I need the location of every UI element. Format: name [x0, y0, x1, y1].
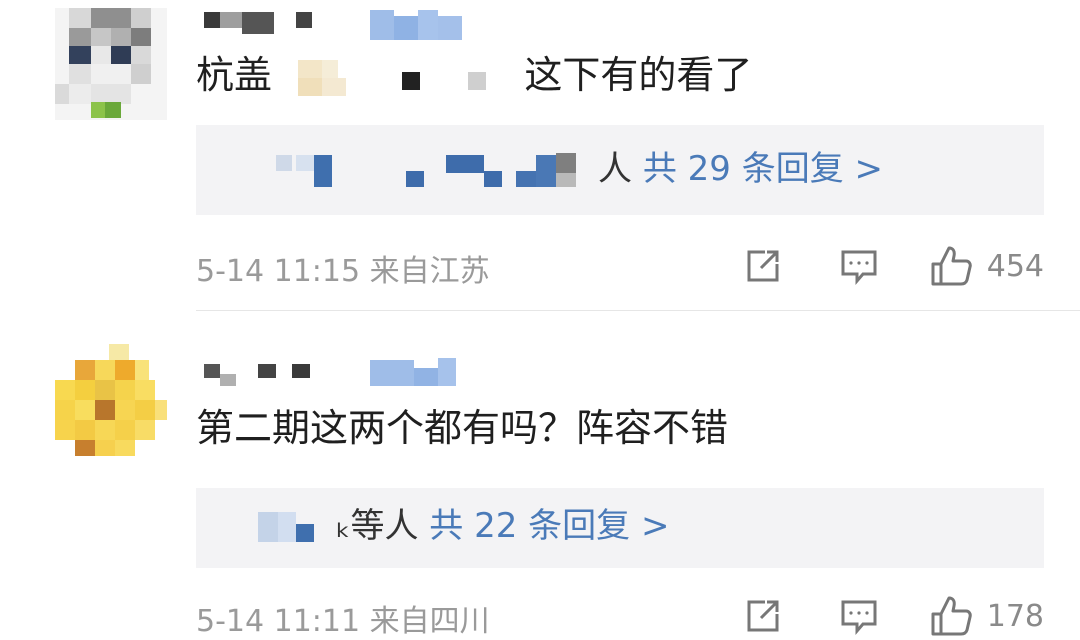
reply-summary[interactable]: 人 共 29 条回复 >: [598, 147, 883, 191]
thumbs-up-icon[interactable]: [929, 594, 973, 638]
reply-preview[interactable]: ₖ等人 共 22 条回复 >: [196, 488, 1044, 568]
mention-redacted-dark[interactable]: [366, 58, 456, 98]
comment-actions: 178: [743, 594, 1044, 638]
comment-item: 杭盖 这下有的看了 人 共 29 条回复 > 5-14 11:15 来自江苏 4…: [0, 0, 1080, 311]
share-icon[interactable]: [743, 596, 783, 636]
mention-redacted[interactable]: [284, 58, 354, 98]
comment-icon[interactable]: [839, 246, 879, 286]
share-icon[interactable]: [743, 246, 783, 286]
comment-list: 杭盖 这下有的看了 人 共 29 条回复 > 5-14 11:15 来自江苏 4…: [0, 0, 1080, 640]
reply-count-link[interactable]: 共 29 条回复 >: [643, 149, 883, 189]
comment-text-start: 杭盖: [196, 53, 273, 97]
comment-divider: [196, 310, 1080, 311]
username-redacted[interactable]: [196, 346, 496, 386]
mention-redacted-light[interactable]: [468, 58, 512, 98]
username-redacted[interactable]: [196, 6, 496, 46]
reply-users-suffix: ₖ等人: [336, 506, 419, 546]
avatar[interactable]: [55, 344, 167, 456]
thumbs-up-icon[interactable]: [929, 244, 973, 288]
avatar[interactable]: [55, 8, 167, 120]
comment-text: 第二期这两个都有吗？阵容不错: [196, 406, 729, 450]
comment-icon[interactable]: [839, 596, 879, 636]
reply-count-link[interactable]: 共 22 条回复 >: [429, 506, 669, 546]
comment-text: 杭盖 这下有的看了: [196, 52, 752, 98]
comment-text-end: 这下有的看了: [524, 53, 753, 97]
reply-user-names-redacted: [256, 506, 336, 554]
comment-meta: 5-14 11:15 来自江苏: [196, 254, 490, 289]
reply-users-suffix: 人: [598, 149, 632, 189]
like-count: 178: [986, 598, 1044, 634]
reply-user-names-redacted: [256, 147, 596, 195]
comment-item: 第二期这两个都有吗？阵容不错 ₖ等人 共 22 条回复 > 5-14 11:11…: [0, 340, 1080, 640]
reply-summary[interactable]: ₖ等人 共 22 条回复 >: [336, 504, 669, 548]
like-count: 454: [986, 248, 1044, 284]
comment-meta: 5-14 11:11 来自四川: [196, 604, 490, 639]
comment-actions: 454: [743, 244, 1044, 288]
reply-preview[interactable]: 人 共 29 条回复 >: [196, 125, 1044, 215]
